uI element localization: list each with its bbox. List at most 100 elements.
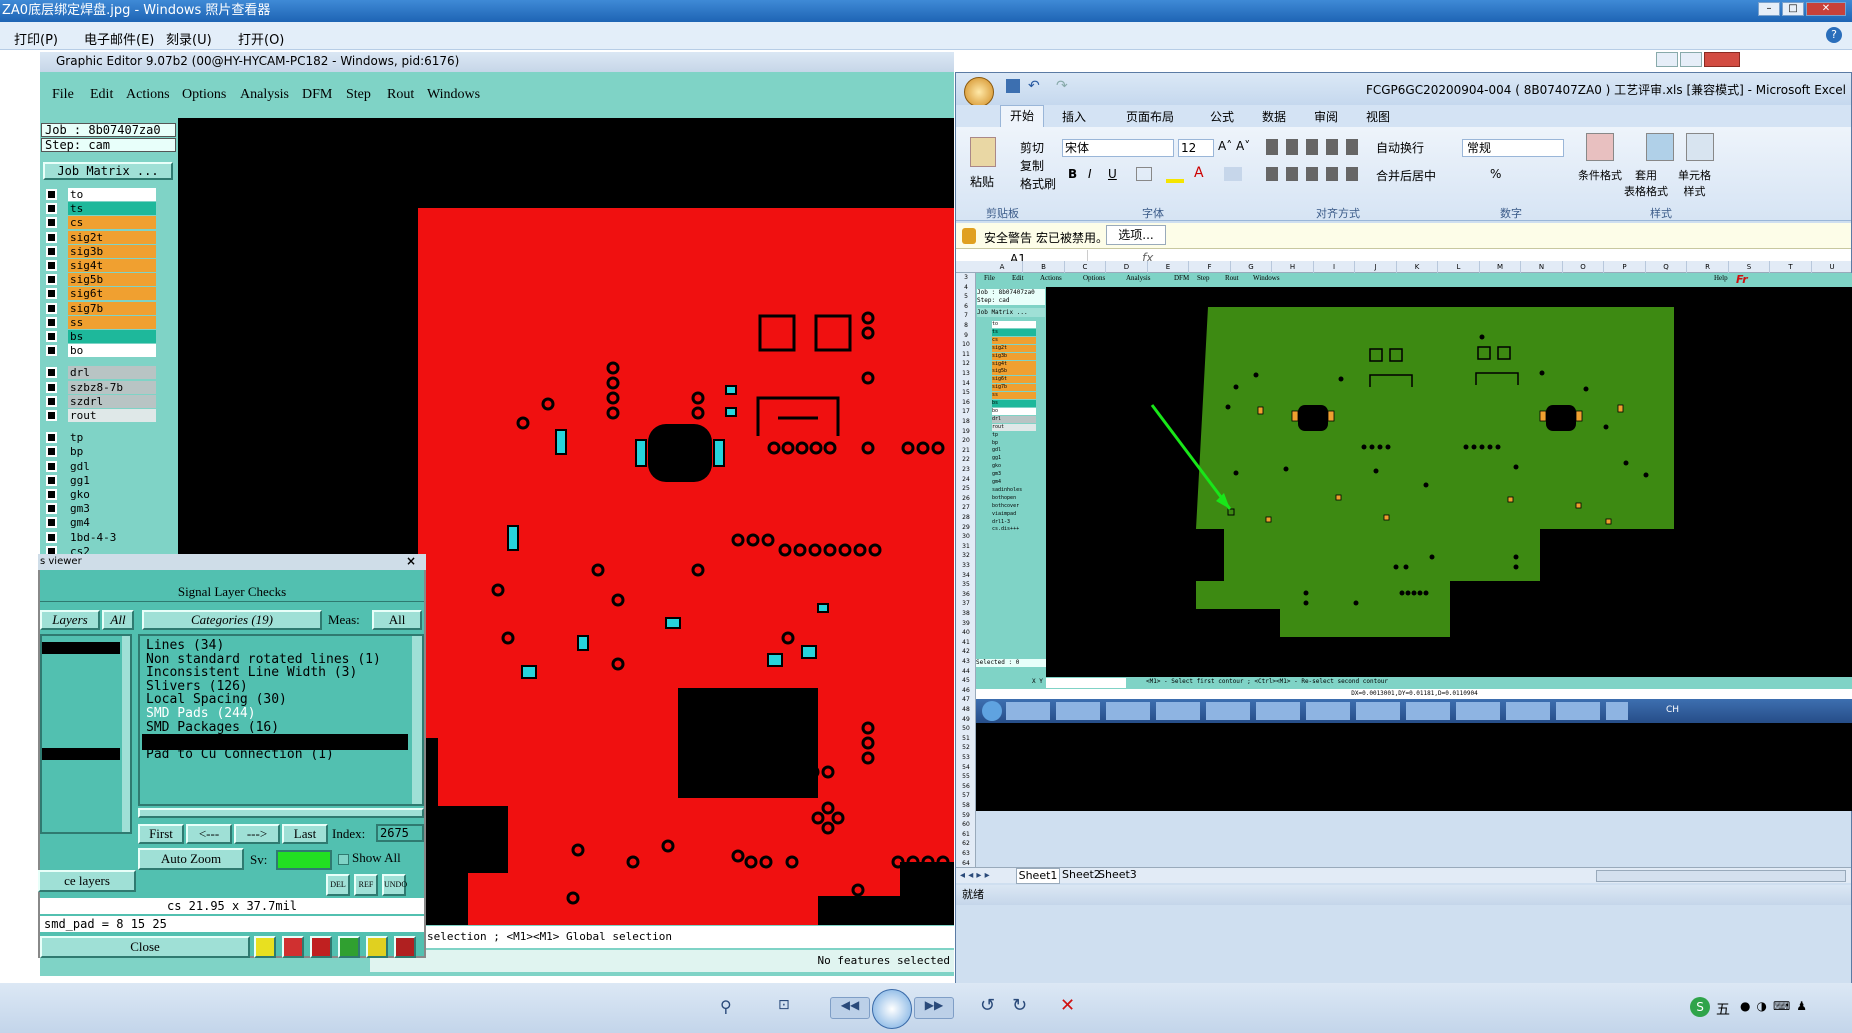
actual-size-icon[interactable]: ⊡ [778,997,800,1017]
burn-menu[interactable]: 刻录(U) [166,29,212,48]
layer-name[interactable]: gm4 [68,516,156,530]
fill-color-icon[interactable] [1166,179,1184,183]
delete-icon[interactable]: ✕ [1060,995,1075,1016]
print-menu[interactable]: 打印(P) [14,29,58,48]
sv-color-picker[interactable] [276,850,332,870]
column-header[interactable]: E [1148,261,1189,273]
maximize-button[interactable]: □ [1782,2,1804,16]
layer-name[interactable]: sig7b [68,301,156,315]
layer-row[interactable]: szdrl [46,394,156,408]
layer-row[interactable]: gg1 [46,473,156,487]
layer-name[interactable]: tp [68,431,156,445]
align-center-icons[interactable] [1266,167,1364,181]
column-header[interactable]: M [1480,261,1521,273]
column-header[interactable]: L [1439,261,1480,273]
row-header[interactable]: 17 [956,407,976,417]
row-header[interactable]: 62 [956,839,976,849]
row-header[interactable]: 61 [956,830,976,840]
row-header[interactable]: 33 [956,561,976,571]
categories-listbox[interactable]: Lines (34) Non standard rotated lines (1)… [138,634,424,806]
layer-checkbox[interactable] [46,410,57,421]
layer-checkbox[interactable] [46,381,57,393]
cond-format-button[interactable]: 条件格式 [1578,167,1622,183]
layer-row[interactable]: drl [46,366,156,380]
layer-row[interactable]: sig7b [46,301,156,315]
column-header[interactable]: Q [1646,261,1687,273]
row-header[interactable]: 54 [956,763,976,773]
row-header[interactable]: 34 [956,571,976,581]
column-header[interactable]: G [1231,261,1272,273]
tool-icon-1[interactable] [254,936,276,958]
row-header[interactable]: 46 [956,686,976,696]
auto-zoom-select[interactable]: Auto Zoom [138,848,244,870]
tab-insert[interactable]: 插入 [1062,108,1086,125]
row-header[interactable]: 18 [956,417,976,427]
tray-icons[interactable]: ●◑⌨♟ [1740,999,1840,1015]
row-header[interactable]: 32 [956,551,976,561]
row-header[interactable]: 29 [956,523,976,533]
minimize-button[interactable]: – [1758,2,1780,16]
row-header[interactable]: 31 [956,542,976,552]
copy-button[interactable]: 复制 [1020,157,1044,174]
layer-name[interactable]: cs [68,216,156,230]
layer-name[interactable]: ss [68,315,156,329]
horizontal-scrollbar[interactable] [1596,870,1846,882]
zoom-icon[interactable]: ⚲ [720,997,742,1017]
layer-checkbox[interactable] [46,189,57,200]
menu-edit[interactable]: Edit [90,87,113,103]
categories-hscroll[interactable] [138,808,424,818]
index-field[interactable]: 2675 [376,824,424,842]
rotate-right-icon[interactable]: ↻ [1012,995,1027,1016]
row-header[interactable]: 56 [956,782,976,792]
row-header[interactable]: 23 [956,465,976,475]
layer-name[interactable]: 1bd-4-3 [68,530,156,544]
layer-checkbox[interactable] [46,260,57,271]
column-header[interactable]: I [1314,261,1355,273]
tool-icon-5[interactable] [366,936,388,958]
row-header[interactable]: 36 [956,590,976,600]
layers-all-button[interactable]: All [102,610,134,630]
font-color-icon[interactable]: A [1194,165,1204,181]
tool-icon-3[interactable] [310,936,332,958]
next-button[interactable]: ---> [234,824,280,844]
row-header[interactable]: 41 [956,638,976,648]
layers-header[interactable]: Layers [40,610,100,630]
column-header[interactable]: C [1065,261,1106,273]
row-header[interactable]: 58 [956,801,976,811]
ge-close-button[interactable] [1704,52,1740,67]
last-button[interactable]: Last [282,824,328,844]
layer-name[interactable]: sig4t [68,259,156,272]
layer-row[interactable]: 1bd-4-3 [46,530,156,544]
row-header[interactable]: 51 [956,734,976,744]
layer-name[interactable]: to [68,188,156,201]
row-header[interactable]: 16 [956,398,976,408]
layer-row[interactable]: sig4t [46,259,156,272]
column-header[interactable]: U [1812,261,1852,273]
tab-home[interactable]: 开始 [1000,105,1044,127]
tab-data[interactable]: 数据 [1262,108,1286,125]
column-header[interactable]: F [1190,261,1231,273]
tab-page-layout[interactable]: 页面布局 [1126,108,1174,125]
layer-row[interactable]: bp [46,445,156,459]
layer-name[interactable]: sig6t [68,287,156,301]
row-header[interactable]: 40 [956,628,976,638]
cut-button[interactable]: 剪切 [1020,139,1044,156]
slideshow-button[interactable] [872,989,912,1029]
row-header[interactable]: 24 [956,475,976,485]
layer-checkbox[interactable] [46,531,57,543]
row-header[interactable]: 20 [956,436,976,446]
row-header[interactable]: 15 [956,388,976,398]
layer-checkbox[interactable] [46,460,57,472]
menu-step[interactable]: Step [346,87,371,103]
layer-checkbox[interactable] [46,345,57,357]
layer-checkbox[interactable] [46,503,57,515]
row-header[interactable]: 35 [956,580,976,590]
first-button[interactable]: First [138,824,184,844]
menu-dfm[interactable]: DFM [302,87,332,103]
row-header[interactable]: 52 [956,743,976,753]
layer-checkbox[interactable] [46,489,57,500]
open-menu[interactable]: 打开(O) [238,29,284,48]
menu-options[interactable]: Options [182,87,226,103]
layer-row[interactable]: ss [46,315,156,329]
row-header[interactable]: 19 [956,427,976,437]
